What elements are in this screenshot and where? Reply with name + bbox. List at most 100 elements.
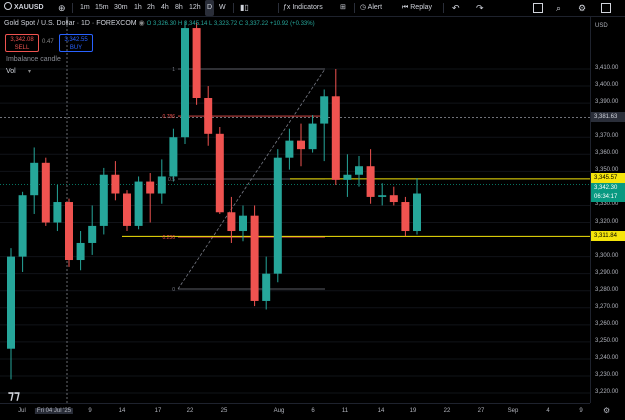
candle-body	[53, 202, 62, 223]
candle-style-icon[interactable]: ▮▯	[240, 0, 249, 16]
buy-button[interactable]: 3,342.55 BUY	[59, 34, 93, 52]
candle-body	[320, 96, 329, 124]
candle-body	[215, 133, 224, 213]
price-tick-label: 3,250.00	[595, 337, 619, 344]
fib-level-label: 1	[172, 67, 175, 73]
candle-body	[65, 202, 73, 261]
time-tick-label: 17	[154, 408, 162, 414]
alarm-clock-icon: ◷	[360, 4, 368, 11]
candle-body	[134, 181, 143, 226]
price-scale[interactable]: USD 3,410.00 3,400.00 3,390.00 3,370.00 3,36…	[590, 17, 625, 403]
candle-body	[343, 174, 352, 180]
price-tick-label: 3,400.00	[595, 82, 619, 89]
fib-level-label: 0	[172, 287, 175, 293]
search-icon	[4, 2, 12, 10]
templates-icon[interactable]: ⊞	[340, 0, 346, 16]
replay-button[interactable]: ⏮ Replay	[402, 0, 432, 16]
chart-legend: Gold Spot / U.S. Dollar · 1D · FOREXCOM …	[4, 19, 315, 27]
interval-15m[interactable]: 15m	[95, 0, 109, 16]
toolbar-divider	[278, 3, 279, 13]
time-tick-label: 14	[377, 408, 385, 414]
legend-title[interactable]: Gold Spot / U.S. Dollar · 1D · FOREXCOM	[4, 20, 137, 27]
time-scale[interactable]: Jul Fri 04 Jul '25 9 14 17 22 25 Aug 6 11 14 19 22 27…	[0, 403, 610, 420]
price-tick-label: 3,240.00	[595, 354, 619, 361]
sell-button[interactable]: 3,342.08 SELL	[5, 34, 39, 52]
interval-w[interactable]: W	[219, 0, 226, 16]
interval-4h[interactable]: 4h	[161, 0, 169, 16]
fibonacci-drawing[interactable]	[0, 17, 590, 403]
settings-icon[interactable]: ⚙	[603, 406, 610, 415]
indicator-name[interactable]: Imbalance candle	[6, 56, 61, 63]
top-toolbar: XAUUSD ⊕ 1m 15m 30m 1h 2h 4h 8h 12h D W …	[0, 0, 625, 17]
candle-body	[18, 195, 27, 257]
interval-12h[interactable]: 12h	[189, 0, 201, 16]
candle-body	[111, 174, 120, 194]
indicators-button[interactable]: ƒx Indicators	[283, 0, 323, 16]
candle-body	[378, 195, 387, 197]
redo-icon[interactable]: ↷	[476, 0, 484, 16]
legend-ohlc: O 3,326.30 H 3,345.14 L 3,323.72 C 3,337…	[146, 21, 315, 27]
tradingview-logo-icon[interactable]: ⁊⁊	[8, 388, 20, 402]
candle-body	[157, 176, 166, 194]
add-symbol-icon[interactable]: ⊕	[58, 0, 66, 16]
candle-body	[88, 225, 97, 243]
fib-level-label: 0.236	[162, 235, 175, 241]
price-chart[interactable]: 1 0.786 0.5 0.236 0	[0, 17, 590, 403]
layout-icon[interactable]	[533, 3, 543, 13]
price-tick-label: 3,370.00	[595, 133, 619, 140]
candle-body	[413, 193, 421, 232]
alert-button[interactable]: ◷ Alert	[360, 0, 382, 16]
price-tick-label: 3,360.00	[595, 150, 619, 157]
candle-body	[285, 140, 294, 158]
hline-low-tag: 3,311.84	[591, 231, 625, 242]
interval-1m[interactable]: 1m	[80, 0, 90, 16]
candle-body	[273, 157, 282, 274]
alert-label: Alert	[367, 4, 383, 11]
fullscreen-icon[interactable]	[601, 3, 611, 13]
price-tick-label: 3,410.00	[595, 65, 619, 71]
toolbar-divider	[72, 3, 73, 13]
indicators-icon: ƒx	[283, 4, 293, 11]
time-tick-label: Sep	[507, 408, 519, 414]
toolbar-divider	[233, 3, 234, 13]
candle-body	[366, 166, 375, 197]
buy-price: 3,342.55	[64, 37, 88, 43]
search-icon[interactable]: ⌕	[556, 0, 561, 16]
sell-price: 3,342.08	[10, 37, 34, 43]
interval-2h[interactable]: 2h	[147, 0, 155, 16]
chevron-down-icon[interactable]: ▾	[28, 68, 31, 75]
eye-icon[interactable]: ◉	[139, 20, 147, 27]
settings-icon[interactable]: ⚙	[578, 0, 586, 16]
volume-label[interactable]: Vol	[6, 68, 16, 75]
interval-d[interactable]: D	[205, 0, 215, 16]
symbol-search-button[interactable]: XAUUSD	[4, 0, 44, 16]
interval-30m[interactable]: 30m	[114, 0, 128, 16]
undo-icon[interactable]: ↶	[452, 0, 460, 16]
candle-body	[308, 123, 317, 150]
indicators-label: Indicators	[292, 4, 323, 11]
fib-level-label: 0.5	[168, 177, 175, 183]
candle-body	[41, 162, 50, 223]
candle-body	[227, 212, 236, 232]
price-tick-label: 3,330.00	[595, 201, 619, 208]
candle-body	[7, 256, 15, 349]
candle-body	[99, 174, 108, 226]
interval-1h[interactable]: 1h	[134, 0, 142, 16]
candle-body	[389, 195, 398, 203]
price-tick-label: 3,230.00	[595, 372, 619, 378]
buy-label: BUY	[69, 45, 83, 51]
time-tick-label: 22	[443, 408, 451, 414]
candle-body	[169, 137, 178, 177]
price-tick-label: 3,280.00	[595, 286, 619, 293]
time-tick-label: 19	[409, 408, 417, 414]
price-tick-label: 3,290.00	[595, 269, 619, 276]
interval-8h[interactable]: 8h	[175, 0, 183, 16]
candle-body	[146, 181, 155, 194]
candle-body	[204, 97, 213, 134]
price-tick-label: 3,260.00	[595, 320, 619, 327]
time-tick-label: 6	[311, 408, 315, 414]
candle-body	[297, 140, 305, 150]
currency-label[interactable]: USD	[595, 23, 608, 29]
time-tick-label: Fri 04 Jul '25	[34, 408, 74, 414]
candle-body	[262, 273, 271, 301]
